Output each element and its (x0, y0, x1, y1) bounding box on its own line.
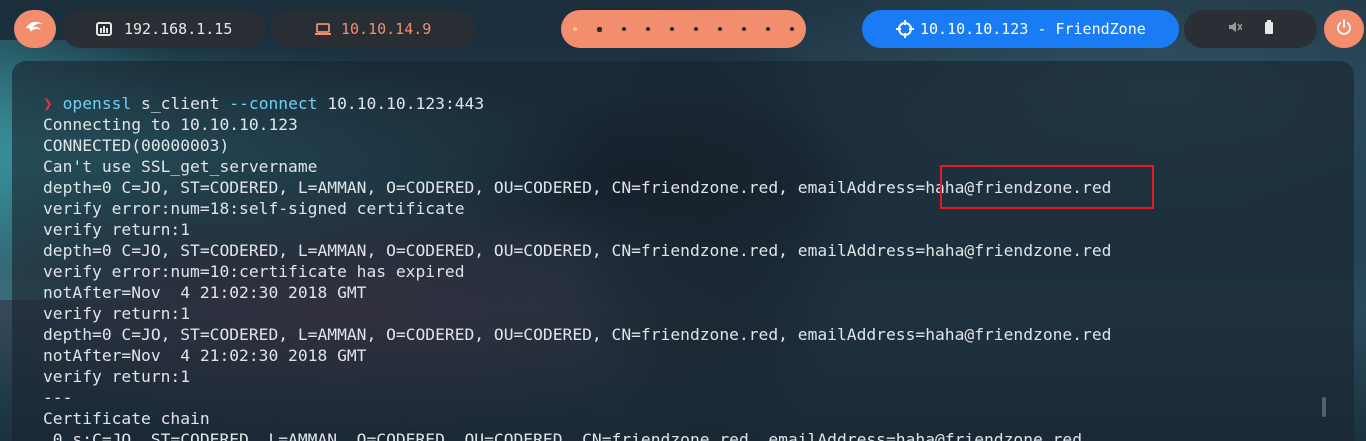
workspace-dot[interactable] (597, 26, 602, 32)
workspace-dot[interactable] (766, 27, 770, 31)
terminal-output-line: verify return:1 (43, 304, 191, 323)
scrollbar[interactable] (1322, 397, 1326, 417)
terminal-output-line: depth=0 C=JO, ST=CODERED, L=AMMAN, O=COD… (43, 325, 1112, 344)
workspace-dot[interactable] (622, 27, 626, 31)
battery-icon[interactable] (1264, 20, 1274, 38)
terminal-output: Connecting to 10.10.10.123 CONNECTED(0000… (43, 114, 1354, 441)
terminal-output-line: CONNECTED(00000003) (43, 136, 230, 155)
launcher-button[interactable] (14, 10, 56, 48)
workspace-dot[interactable] (718, 27, 722, 31)
power-button[interactable] (1324, 10, 1364, 48)
top-status-bar: 192.168.1.15 10.10.14.9 10.10.10.123 - F… (0, 0, 1366, 60)
network-icon (96, 22, 112, 36)
terminal-output-line: Can't use SSL_get_servername (43, 157, 318, 176)
workspace-dot[interactable] (646, 27, 650, 31)
local-ip-text: 192.168.1.15 (124, 20, 233, 38)
terminal-output-line: notAfter=Nov 4 21:02:30 2018 GMT (43, 283, 367, 302)
workspace-switcher[interactable] (561, 10, 806, 48)
terminal-output-line: 0 s:C=JO, ST=CODERED, L=AMMAN, O=CODERED… (43, 430, 1083, 441)
terminal-output-line: verify return:1 (43, 220, 191, 239)
command-line: ❯ openssl s_client --connect 10.10.10.12… (43, 93, 1354, 114)
terminal-output-line: notAfter=Nov 4 21:02:30 2018 GMT (43, 346, 367, 365)
system-tray (1184, 10, 1317, 48)
local-ip-widget[interactable]: 192.168.1.15 (62, 10, 266, 48)
terminal-output-line: verify return:1 (43, 367, 191, 386)
terminal-output-line: verify error:num=10:certificate has expi… (43, 262, 465, 281)
terminal-output-line: depth=0 C=JO, ST=CODERED, L=AMMAN, O=COD… (43, 241, 1112, 260)
vpn-ip-text: 10.10.14.9 (341, 20, 432, 38)
laptop-icon (315, 23, 331, 35)
power-icon (1336, 19, 1352, 39)
speaker-muted-icon[interactable] (1228, 20, 1243, 38)
email-highlight-box (940, 165, 1154, 209)
command-args: s_client (131, 94, 230, 113)
workspace-dot[interactable] (742, 27, 746, 31)
command-name: openssl (62, 94, 132, 113)
terminal-output-line: depth=0 C=JO, ST=CODERED, L=AMMAN, O=COD… (43, 178, 1112, 197)
target-text: 10.10.10.123 - FriendZone (920, 20, 1146, 38)
command-target: 10.10.10.123:443 (317, 94, 485, 113)
terminal-output-line: verify error:num=18:self-signed certific… (43, 199, 465, 218)
kali-dragon-icon (24, 18, 46, 40)
terminal-window[interactable]: ❯ openssl s_client --connect 10.10.10.12… (12, 61, 1354, 441)
workspace-dot[interactable] (790, 27, 794, 31)
command-flag: --connect (229, 94, 318, 113)
prompt-symbol: ❯ (43, 94, 53, 113)
crosshair-icon (896, 20, 914, 38)
terminal-output-line: --- (43, 388, 73, 407)
target-widget[interactable]: 10.10.10.123 - FriendZone (862, 10, 1179, 48)
workspace-dot[interactable] (670, 27, 674, 31)
vpn-ip-widget[interactable]: 10.10.14.9 (271, 10, 476, 48)
workspace-dot[interactable] (694, 27, 698, 31)
terminal-output-line: Connecting to 10.10.10.123 (43, 115, 298, 134)
workspace-dot[interactable] (573, 27, 577, 31)
terminal-output-line: Certificate chain (43, 409, 210, 428)
